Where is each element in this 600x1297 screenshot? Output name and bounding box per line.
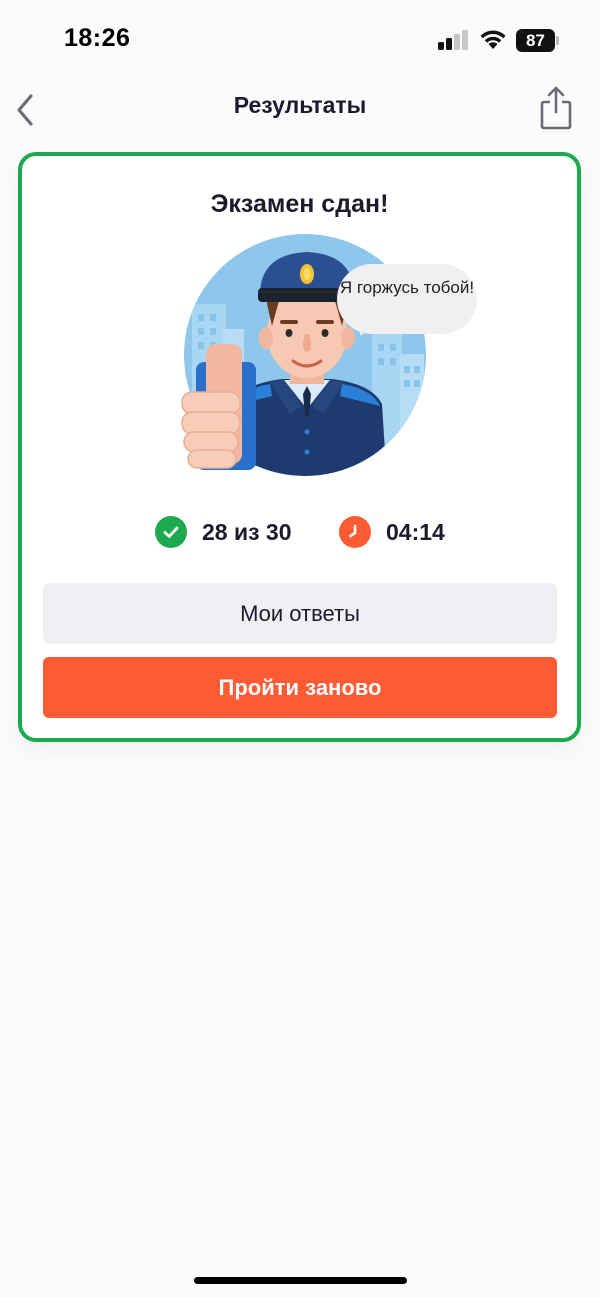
time-stat: 04:14 — [339, 514, 445, 550]
score-stat: 28 из 30 — [155, 514, 292, 550]
result-stats: 28 из 30 04:14 — [22, 514, 577, 550]
retry-exam-button[interactable]: Пройти заново — [43, 657, 557, 718]
cellular-signal-icon — [438, 30, 470, 50]
home-indicator[interactable] — [194, 1277, 407, 1284]
wifi-icon — [480, 30, 506, 49]
my-answers-button[interactable]: Мои ответы — [43, 583, 557, 644]
page-title: Результаты — [233, 92, 367, 118]
battery-tip — [556, 36, 559, 45]
score-value: 28 из 30 — [202, 518, 292, 545]
clock-icon — [339, 516, 371, 548]
time-value: 04:14 — [386, 518, 445, 545]
status-time: 18:26 — [64, 24, 131, 52]
status-bar: 18:26 87 — [0, 0, 600, 78]
check-circle-icon — [155, 516, 187, 548]
result-card: Экзамен сдан! Я горжусь тобой! 28 из 30 … — [18, 152, 581, 742]
share-button[interactable] — [538, 84, 574, 130]
share-icon — [540, 86, 572, 130]
battery-indicator: 87 — [516, 29, 560, 52]
nav-bar: Результаты — [0, 78, 600, 138]
exam-result-title: Экзамен сдан! — [210, 190, 389, 218]
battery-level: 87 — [516, 29, 555, 52]
